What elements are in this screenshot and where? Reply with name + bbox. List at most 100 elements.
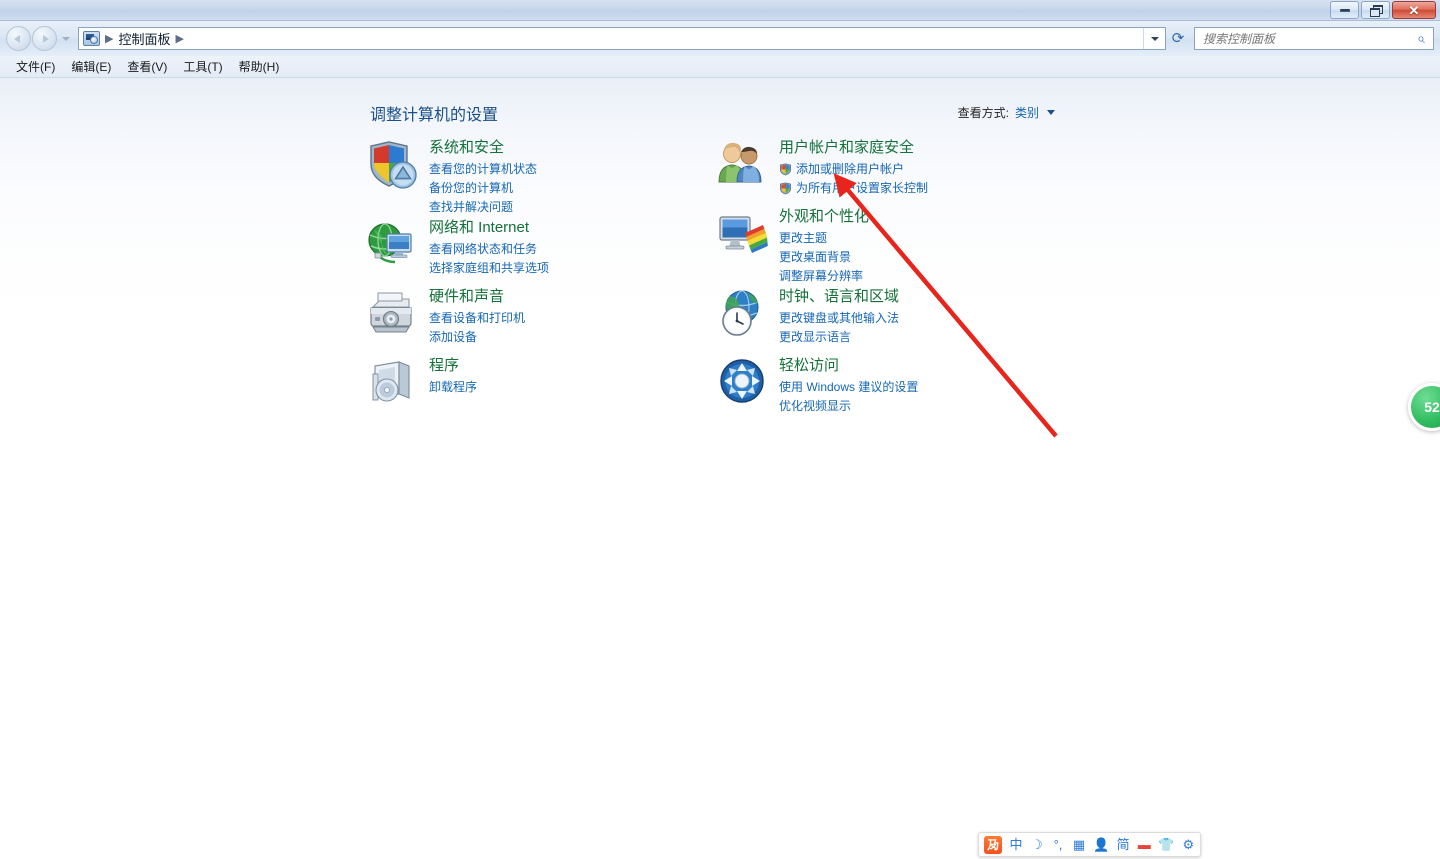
category-task-link-label: 查看网络状态和任务	[429, 242, 538, 256]
category-block: 系统和安全查看您的计算机状态备份您的计算机 查找并解决问题	[365, 138, 725, 217]
view-by-control[interactable]: 查看方式: 类别	[958, 104, 1055, 121]
breadcrumb-separator-2[interactable]: ▶	[175, 32, 183, 45]
category-task-link[interactable]: 选择家庭组和共享选项	[429, 259, 725, 278]
appearance-monitor-icon[interactable]	[715, 207, 769, 261]
category-task-link[interactable]: 更改键盘或其他输入法	[779, 309, 1075, 328]
category-task-link-label: 卸载程序	[429, 380, 478, 394]
ime-soft-keyboard-icon[interactable]: ▦	[1072, 838, 1086, 851]
category-task-link[interactable]: 为所有用户设置家长控制	[779, 179, 1075, 198]
category-task-link-label: 更改显示语言	[779, 330, 852, 344]
category-block: 硬件和声音查看设备和打印机添加设备	[365, 287, 725, 355]
nav-buttons-group	[6, 26, 72, 51]
category-title[interactable]: 用户帐户和家庭安全	[779, 138, 1075, 158]
menu-edit[interactable]: 编辑(E)	[63, 56, 119, 77]
minimize-button[interactable]	[1330, 1, 1359, 19]
clock-region-icon[interactable]	[715, 287, 769, 341]
category-task-link-label: 更改键盘或其他输入法	[779, 311, 900, 325]
security-shield-icon[interactable]	[365, 138, 419, 192]
view-by-value[interactable]: 类别	[1015, 104, 1039, 121]
forward-button[interactable]	[32, 26, 57, 51]
user-accounts-icon[interactable]	[715, 138, 769, 192]
category-task-link[interactable]: 查看网络状态和任务	[429, 240, 725, 259]
close-button[interactable]: ✕	[1392, 1, 1436, 19]
category-block: 程序 卸载程序	[365, 356, 725, 424]
right-category-column: 用户帐户和家庭安全 添加或删除用户帐户 为所有用户设置家长控制 外观和个性化 更改…	[715, 138, 1075, 425]
category-title[interactable]: 轻松访问	[779, 356, 1075, 376]
ease-of-access-icon[interactable]	[715, 356, 769, 410]
category-title[interactable]: 时钟、语言和区域	[779, 287, 1075, 307]
category-task-link-label: 更改主题	[779, 231, 828, 245]
category-task-link-label: 查看设备和打印机	[429, 311, 526, 325]
ime-punctuation-icon[interactable]: °,	[1051, 838, 1065, 851]
category-task-link[interactable]: 更改显示语言	[779, 328, 1075, 347]
search-input-placeholder[interactable]: 搜索控制面板	[1203, 30, 1417, 47]
view-by-label: 查看方式:	[957, 106, 1009, 120]
category-body: 程序 卸载程序	[429, 356, 725, 397]
ime-user-icon[interactable]: 👤	[1093, 838, 1109, 851]
category-title[interactable]: 系统和安全	[429, 138, 725, 158]
category-body: 时钟、语言和区域更改键盘或其他输入法 更改显示语言	[779, 287, 1075, 347]
breadcrumb-separator-1[interactable]: ▶	[105, 32, 113, 45]
search-icon: ⌕	[1417, 30, 1425, 46]
category-title[interactable]: 硬件和声音	[429, 287, 725, 307]
sogou-ime-logo-icon[interactable]: 夃	[984, 835, 1002, 854]
category-title[interactable]: 程序	[429, 356, 725, 376]
breadcrumb-label[interactable]: 控制面板	[118, 29, 170, 48]
recent-pages-button[interactable]	[60, 26, 72, 51]
back-button[interactable]	[6, 26, 31, 51]
category-task-link[interactable]: 查找并解决问题	[429, 198, 725, 217]
ime-settings-gear-icon[interactable]: ⚙	[1181, 838, 1195, 851]
ime-moon-icon[interactable]: ☽	[1030, 838, 1044, 851]
status-badge[interactable]: 52	[1408, 383, 1440, 431]
category-task-link-label: 调整屏幕分辨率	[779, 269, 864, 283]
category-task-link[interactable]: 查看设备和打印机	[429, 309, 725, 328]
category-title[interactable]: 网络和 Internet	[429, 218, 725, 238]
category-task-link[interactable]: 优化视频显示	[779, 397, 1075, 416]
category-task-link[interactable]: 添加或删除用户帐户	[779, 160, 1075, 179]
page-title: 调整计算机的设置	[370, 107, 499, 124]
category-task-link[interactable]: 备份您的计算机	[429, 179, 725, 198]
category-task-link-label: 查找并解决问题	[429, 200, 514, 214]
menu-tools[interactable]: 工具(T)	[175, 56, 230, 77]
ime-simplified-icon[interactable]: 简	[1116, 838, 1130, 851]
chevron-down-icon	[1150, 36, 1159, 41]
uac-shield-icon	[779, 182, 792, 195]
chevron-down-icon[interactable]	[1047, 110, 1055, 115]
status-badge-value: 52	[1424, 399, 1440, 415]
ime-mode-chinese[interactable]: 中	[1009, 838, 1023, 851]
address-history-button[interactable]	[1143, 28, 1165, 49]
network-globe-icon[interactable]	[365, 218, 419, 272]
category-body: 硬件和声音查看设备和打印机添加设备	[429, 287, 725, 347]
close-icon: ✕	[1408, 2, 1420, 18]
category-task-link[interactable]: 使用 Windows 建议的设置	[779, 378, 1075, 397]
category-block: 轻松访问使用 Windows 建议的设置 优化视频显示	[715, 356, 1075, 424]
printer-hardware-icon[interactable]	[365, 287, 419, 341]
programs-box-icon[interactable]	[365, 356, 419, 410]
left-category-column: 系统和安全查看您的计算机状态备份您的计算机 查找并解决问题 网络和 Interne…	[365, 138, 725, 425]
refresh-button[interactable]: ⟳	[1166, 27, 1190, 50]
category-block: 用户帐户和家庭安全 添加或删除用户帐户 为所有用户设置家长控制	[715, 138, 1075, 206]
category-task-link[interactable]: 卸载程序	[429, 378, 725, 397]
menu-file[interactable]: 文件(F)	[8, 56, 63, 77]
uac-shield-icon	[779, 163, 792, 176]
category-title[interactable]: 外观和个性化	[779, 207, 1075, 227]
ime-skin-icon[interactable]: 👕	[1158, 838, 1174, 851]
category-task-link[interactable]: 添加设备	[429, 328, 725, 347]
address-bar[interactable]: ▶ 控制面板 ▶	[78, 27, 1166, 50]
menu-view[interactable]: 查看(V)	[119, 56, 175, 77]
control-panel-content: 调整计算机的设置 查看方式: 类别 系统和安全 查看您的计算机状态 备份您的计算机查…	[0, 78, 1440, 859]
control-panel-icon	[83, 31, 100, 46]
category-task-link[interactable]: 更改桌面背景	[779, 248, 1075, 267]
category-body: 外观和个性化更改主题更改桌面背景调整屏幕分辨率	[779, 207, 1075, 286]
category-body: 网络和 Internet 查看网络状态和任务选择家庭组和共享选项	[429, 218, 725, 278]
category-task-link[interactable]: 查看您的计算机状态	[429, 160, 725, 179]
restore-button[interactable]	[1361, 1, 1390, 19]
ime-video-icon[interactable]: ▬	[1137, 838, 1151, 851]
minimize-icon	[1339, 8, 1350, 12]
search-box[interactable]: 搜索控制面板 ⌕	[1194, 27, 1434, 50]
category-task-link[interactable]: 更改主题	[779, 229, 1075, 248]
menu-help[interactable]: 帮助(H)	[231, 56, 288, 77]
category-task-link-label: 备份您的计算机	[429, 181, 514, 195]
ime-toolbar[interactable]: 夃 中 ☽ °, ▦ 👤 简 ▬ 👕 ⚙	[978, 832, 1202, 857]
category-task-link[interactable]: 调整屏幕分辨率	[779, 267, 1075, 286]
